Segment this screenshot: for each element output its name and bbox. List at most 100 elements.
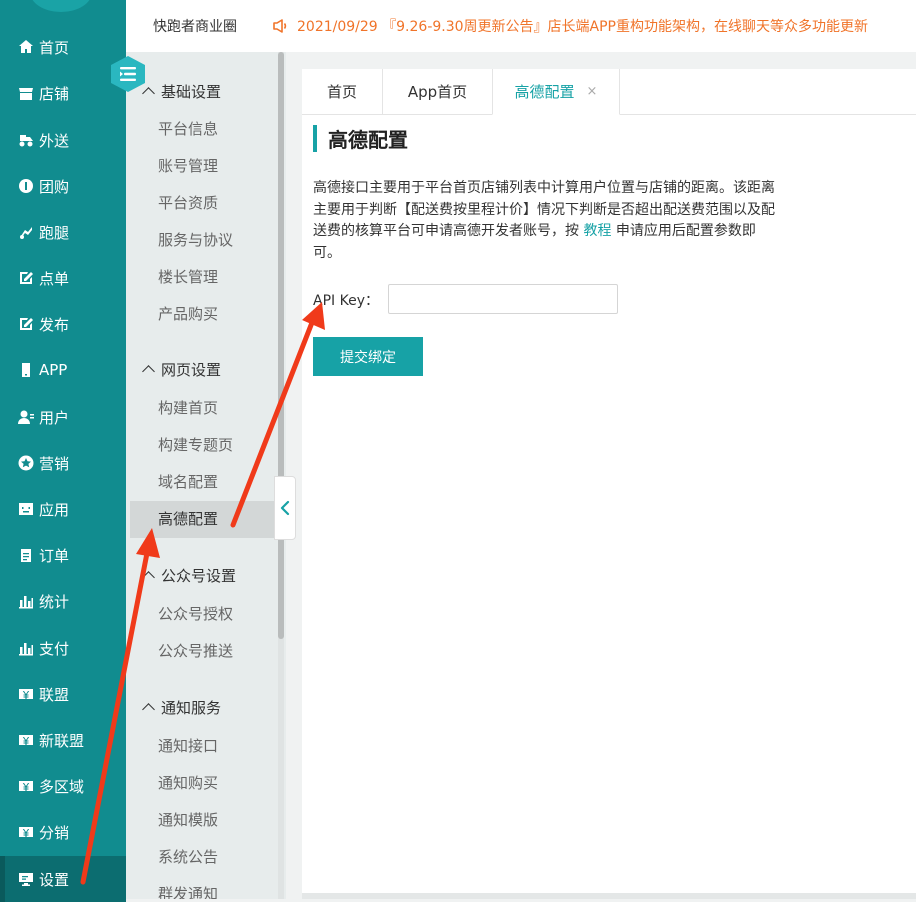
subnav-scrollbar[interactable] — [278, 52, 284, 639]
speaker-icon — [273, 19, 289, 33]
nav-item-2[interactable]: 外送 — [0, 117, 126, 163]
nav-item-label: 点单 — [39, 269, 70, 288]
nav-item-label: 多区域 — [39, 777, 85, 796]
publish-icon — [18, 316, 34, 332]
chevron-left-icon — [280, 500, 290, 516]
order-edit-icon — [18, 270, 34, 286]
nav-item-label: 外送 — [39, 131, 70, 150]
nav-item-9[interactable]: 营销 — [0, 440, 126, 486]
subnav-group-title: 基础设置 — [161, 82, 222, 101]
nav-item-12[interactable]: 统计 — [0, 578, 126, 624]
nav-item-label: 分销 — [39, 823, 70, 842]
subnav-group-header[interactable]: 公众号设置 — [140, 563, 236, 587]
nav-item-18[interactable]: 设置 — [0, 856, 126, 902]
clipboard-icon — [18, 547, 34, 563]
subnav-item[interactable]: 构建专题页 — [158, 432, 233, 456]
subnav-item[interactable]: 产品购买 — [158, 301, 218, 325]
subnav-item[interactable]: 通知购买 — [158, 770, 218, 794]
tab-label: 高德配置 — [514, 83, 575, 101]
store-icon — [18, 85, 34, 101]
nav-item-7[interactable]: APP — [0, 347, 126, 393]
nav-item-11[interactable]: 订单 — [0, 532, 126, 578]
settings-subnav: 基础设置平台信息账号管理平台资质服务与协议楼长管理产品购买网页设置构建首页构建专… — [126, 0, 286, 899]
subnav-item[interactable]: 公众号推送 — [158, 638, 233, 662]
panel-bottom-border — [302, 893, 916, 899]
nav-item-16[interactable]: 多区域 — [0, 763, 126, 809]
menu-list-icon — [111, 56, 145, 92]
chevron-up-icon — [142, 570, 155, 584]
nav-item-label: 发布 — [39, 315, 70, 334]
site-name: 快跑者商业圈 — [153, 19, 237, 35]
tab-home[interactable]: 首页 — [302, 69, 383, 114]
subnav-group-header[interactable]: 网页设置 — [140, 357, 221, 381]
nav-item-label: APP — [39, 361, 68, 379]
tutorial-link[interactable]: 教程 — [583, 223, 611, 239]
subnav-group-title: 网页设置 — [161, 360, 222, 379]
subnav-item[interactable]: 平台信息 — [158, 116, 218, 140]
nav-item-label: 统计 — [39, 592, 70, 611]
api-key-label: API Key： — [313, 293, 379, 309]
menu-toggle-button[interactable] — [108, 54, 148, 94]
content-panel: 首页 App首页 高德配置 × 高德配置 高德接口主要用于平台首页店铺列表中计算… — [302, 69, 916, 893]
bar-chart-icon — [18, 593, 34, 609]
money-icon — [18, 778, 34, 794]
tab-amap-config[interactable]: 高德配置 × — [492, 69, 620, 115]
subnav-item[interactable]: 账号管理 — [158, 153, 218, 177]
errand-icon — [18, 224, 34, 240]
subnav-group-header[interactable]: 基础设置 — [140, 79, 221, 103]
chevron-up-icon — [142, 364, 155, 378]
main-sidebar: 首页 店铺 外送 团购 跑腿 点单 发布 APP 用户 营销 应用 订单 统计 支付 联盟 新联盟 多区域 分销设… — [0, 0, 126, 902]
nav-item-label: 联盟 — [39, 685, 70, 704]
tab-label: App首页 — [407, 83, 468, 101]
nav-item-4[interactable]: 跑腿 — [0, 209, 126, 255]
nav-item-label: 新联盟 — [39, 731, 85, 750]
api-key-input[interactable] — [388, 284, 618, 314]
nav-item-label: 营销 — [39, 454, 70, 473]
nav-item-10[interactable]: 应用 — [0, 486, 126, 532]
subnav-item[interactable]: 通知模版 — [158, 807, 218, 831]
nav-item-label: 用户 — [39, 408, 70, 427]
nav-item-5[interactable]: 点单 — [0, 255, 126, 301]
tab-label: 首页 — [326, 83, 357, 101]
nav-item-label: 应用 — [39, 500, 70, 519]
tab-bar: 首页 App首页 高德配置 × — [302, 69, 916, 115]
group-buy-icon — [18, 178, 34, 194]
mobile-icon — [18, 362, 34, 378]
monitor-icon — [18, 871, 34, 887]
money-icon — [18, 686, 34, 702]
subnav-item[interactable]: 通知接口 — [158, 733, 218, 757]
nav-item-14[interactable]: 联盟 — [0, 671, 126, 717]
money-icon — [18, 732, 34, 748]
nav-item-13[interactable]: 支付 — [0, 625, 126, 671]
tab-app-home[interactable]: App首页 — [383, 69, 493, 114]
subnav-item[interactable]: 构建首页 — [158, 395, 218, 419]
star-icon — [18, 455, 34, 471]
subnav-item[interactable]: 群发通知 — [158, 881, 218, 900]
subnav-item[interactable]: 高德配置 — [158, 506, 218, 530]
nav-item-17[interactable]: 分销 — [0, 809, 126, 855]
nav-item-6[interactable]: 发布 — [0, 301, 126, 347]
subnav-group-title: 公众号设置 — [161, 566, 237, 585]
subnav-item[interactable]: 平台资质 — [158, 190, 218, 214]
title-accent-bar — [313, 125, 317, 152]
nav-item-label: 团购 — [39, 177, 70, 196]
subnav-item[interactable]: 楼长管理 — [158, 264, 218, 288]
subnav-item[interactable]: 公众号授权 — [158, 601, 233, 625]
bar-chart-icon — [18, 640, 34, 656]
nav-item-8[interactable]: 用户 — [0, 394, 126, 440]
nav-item-label: 支付 — [39, 639, 70, 658]
nav-item-label: 订单 — [39, 546, 70, 565]
nav-item-3[interactable]: 团购 — [0, 163, 126, 209]
notice-banner[interactable]: 2021/09/29 『9.26-9.30周更新公告』店长端APP重构功能架构，… — [273, 16, 868, 36]
submit-bind-button[interactable]: 提交绑定 — [313, 337, 423, 376]
close-icon[interactable]: × — [587, 84, 598, 99]
subnav-group-header[interactable]: 通知服务 — [140, 695, 221, 719]
nav-item-15[interactable]: 新联盟 — [0, 717, 126, 763]
collapse-sidebar-button[interactable] — [274, 476, 296, 540]
user-icon — [18, 409, 34, 425]
subnav-item[interactable]: 域名配置 — [158, 469, 218, 493]
subnav-item[interactable]: 服务与协议 — [158, 227, 233, 251]
nav-item-label: 首页 — [39, 38, 70, 57]
subnav-group-title: 通知服务 — [161, 698, 222, 717]
subnav-item[interactable]: 系统公告 — [158, 844, 218, 868]
